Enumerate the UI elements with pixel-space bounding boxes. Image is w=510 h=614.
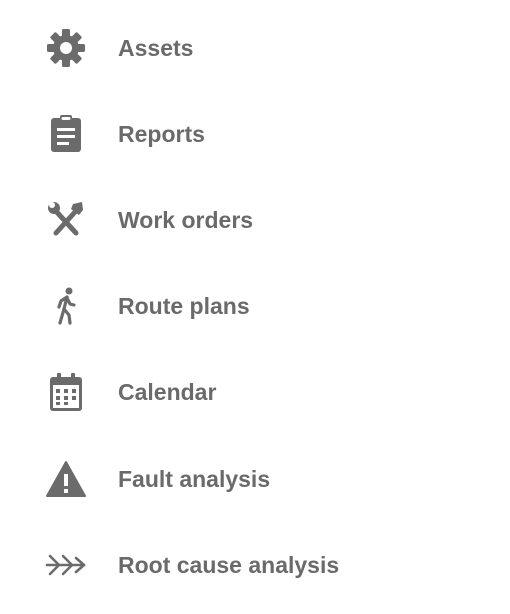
nav-item-root-cause-analysis[interactable]: Root cause analysis [0, 525, 510, 605]
warning-icon [44, 459, 88, 499]
walking-person-icon [44, 286, 88, 326]
nav-item-label: Work orders [118, 207, 254, 233]
nav-item-label: Assets [118, 35, 194, 61]
double-arrow-icon [44, 545, 88, 585]
gear-icon [44, 28, 88, 68]
nav-item-label: Route plans [118, 293, 250, 319]
nav-item-reports[interactable]: Reports [0, 94, 510, 174]
clipboard-icon [44, 114, 88, 154]
nav-item-label: Calendar [118, 379, 217, 405]
navigation-menu: Assets Reports Work orders Route plans C… [0, 0, 510, 614]
nav-item-label: Fault analysis [118, 466, 271, 492]
nav-item-label: Reports [118, 121, 205, 147]
nav-item-work-orders[interactable]: Work orders [0, 180, 510, 260]
tools-icon [44, 200, 88, 240]
nav-item-route-plans[interactable]: Route plans [0, 266, 510, 346]
nav-item-label: Root cause analysis [118, 552, 340, 578]
nav-item-fault-analysis[interactable]: Fault analysis [0, 439, 510, 519]
nav-item-calendar[interactable]: Calendar [0, 352, 510, 432]
calendar-icon [44, 372, 88, 412]
nav-item-assets[interactable]: Assets [0, 8, 510, 88]
